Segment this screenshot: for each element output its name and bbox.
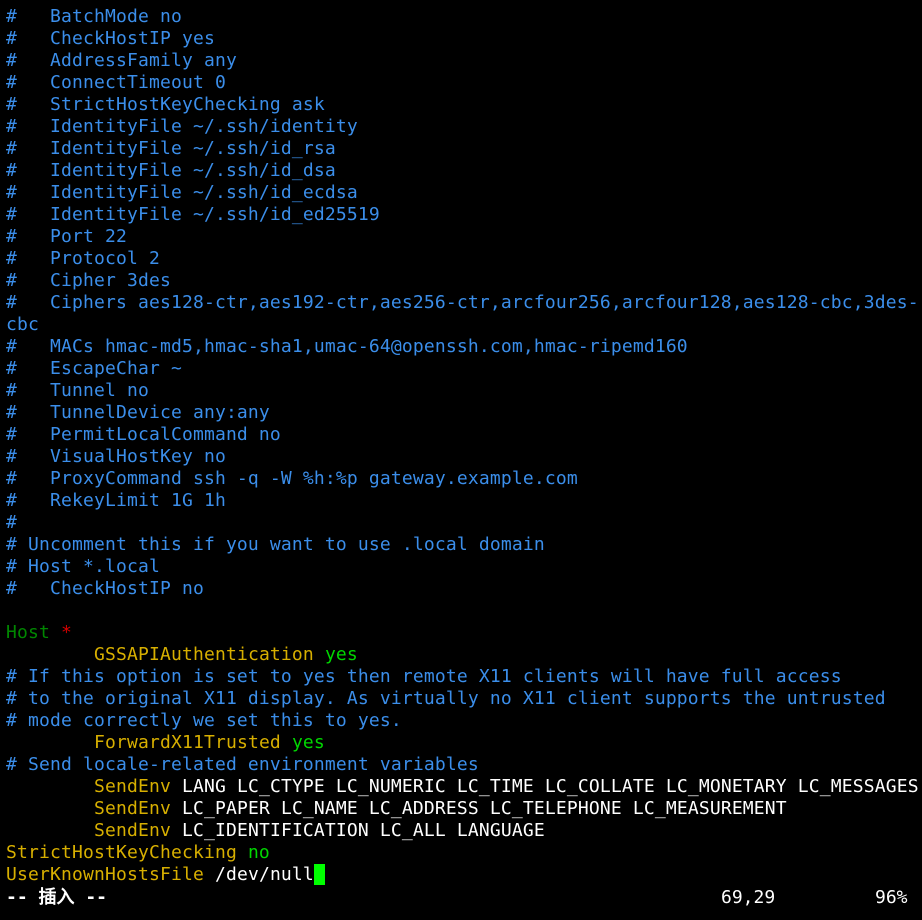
comment-line: # IdentityFile ~/.ssh/id_dsa: [6, 160, 336, 181]
sendenv-vars: LC_IDENTIFICATION LC_ALL LANGUAGE: [181, 820, 545, 841]
forward-x11-line: ForwardX11Trusted yes: [6, 732, 325, 754]
comment-line: # PermitLocalCommand no: [6, 424, 281, 445]
comment-line: # Port 22: [6, 226, 127, 247]
comment-line: # Ciphers aes128-ctr,aes192-ctr,aes256-c…: [6, 292, 919, 313]
comment-line: # mode correctly we set this to yes.: [6, 710, 402, 731]
comment-line: # CheckHostIP no: [6, 578, 204, 599]
comment-line: # IdentityFile ~/.ssh/id_ed25519: [6, 204, 380, 225]
comment-line: # RekeyLimit 1G 1h: [6, 490, 226, 511]
comment-line: # ConnectTimeout 0: [6, 72, 226, 93]
comment-line: # TunnelDevice any:any: [6, 402, 270, 423]
comment-line: # Host *.local: [6, 556, 160, 577]
sendenv-vars: LANG LC_CTYPE LC_NUMERIC LC_TIME LC_COLL…: [181, 776, 919, 797]
comment-line: # EscapeChar ~: [6, 358, 182, 379]
comment-line: # AddressFamily any: [6, 50, 237, 71]
gssapi-key: GSSAPIAuthentication: [93, 644, 314, 665]
known-hosts-key: UserKnownHostsFile: [6, 864, 204, 885]
comment-line: # BatchMode no: [6, 6, 182, 27]
comment-line: # Protocol 2: [6, 248, 160, 269]
sendenv-line: SendEnv LC_IDENTIFICATION LC_ALL LANGUAG…: [6, 820, 545, 842]
sendenv-key: SendEnv: [93, 798, 171, 819]
comment-line: # IdentityFile ~/.ssh/id_ecdsa: [6, 182, 358, 203]
comment-line: # StrictHostKeyChecking ask: [6, 94, 325, 115]
cursor-position: 69,29: [721, 887, 776, 908]
comment-line: # CheckHostIP yes: [6, 28, 215, 49]
strict-host-value: no: [247, 842, 270, 863]
host-pattern: *: [61, 622, 72, 643]
gssapi-line: GSSAPIAuthentication yes: [6, 644, 358, 666]
comment-line: # IdentityFile ~/.ssh/identity: [6, 116, 358, 137]
mode-indicator: -- 插入 --: [6, 887, 108, 908]
sendenv-key: SendEnv: [93, 820, 171, 841]
sendenv-key: SendEnv: [93, 776, 171, 797]
strict-host-line: StrictHostKeyChecking no: [6, 842, 270, 864]
vim-editor-window[interactable]: # BatchMode no # CheckHostIP yes # Addre…: [0, 0, 922, 920]
comment-line: # ProxyCommand ssh -q -W %h:%p gateway.e…: [6, 468, 578, 489]
scroll-percent: 96%: [875, 887, 908, 908]
gssapi-value: yes: [324, 644, 358, 665]
strict-host-key: StrictHostKeyChecking: [6, 842, 237, 863]
comment-line: # IdentityFile ~/.ssh/id_rsa: [6, 138, 336, 159]
host-line: Host *: [6, 622, 72, 644]
comment-line: # If this option is set to yes then remo…: [6, 666, 842, 687]
host-keyword: Host: [6, 622, 50, 643]
sendenv-line: SendEnv LANG LC_CTYPE LC_NUMERIC LC_TIME…: [6, 776, 919, 798]
comment-line: # Uncomment this if you want to use .loc…: [6, 534, 545, 555]
comment-line: # to the original X11 display. As virtua…: [6, 688, 886, 709]
comment-line: cbc: [6, 314, 39, 335]
comment-line: #: [6, 512, 17, 533]
comment-line: # Cipher 3des: [6, 270, 171, 291]
known-hosts-line: UserKnownHostsFile /dev/null: [6, 864, 325, 886]
text-cursor: [313, 864, 325, 885]
known-hosts-value: /dev/null: [214, 864, 314, 885]
vim-statusline: -- 插入 -- 69,29 96%: [0, 886, 922, 910]
sendenv-vars: LC_PAPER LC_NAME LC_ADDRESS LC_TELEPHONE…: [181, 798, 787, 819]
comment-line: # MACs hmac-md5,hmac-sha1,umac-64@openss…: [6, 336, 688, 357]
comment-line: # Send locale-related environment variab…: [6, 754, 479, 775]
forward-x11-key: ForwardX11Trusted: [93, 732, 281, 753]
forward-x11-value: yes: [291, 732, 325, 753]
sendenv-line: SendEnv LC_PAPER LC_NAME LC_ADDRESS LC_T…: [6, 798, 787, 820]
comment-line: # VisualHostKey no: [6, 446, 226, 467]
comment-line: # Tunnel no: [6, 380, 149, 401]
